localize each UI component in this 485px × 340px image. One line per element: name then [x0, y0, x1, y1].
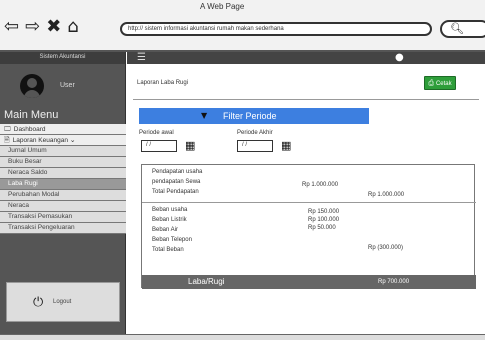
main-content: Laporan Laba Rugi ⎙ Cetak ▼ Filter Period…: [127, 64, 485, 334]
filter-icon: ▼: [201, 111, 208, 120]
browser-title: A Web Page: [200, 2, 245, 11]
back-icon[interactable]: ⇦: [4, 18, 19, 36]
user-account-icon[interactable]: ●: [395, 52, 404, 63]
sidebar-item-neraca-saldo[interactable]: Neraca Saldo: [0, 168, 126, 179]
print-button-label: Cetak: [435, 81, 452, 87]
hamburger-icon[interactable]: ☰: [137, 52, 146, 63]
horizontal-scrollbar[interactable]: [0, 334, 485, 340]
divider: [133, 99, 479, 100]
beban-listrik-label: Beban Listrik: [152, 217, 187, 223]
sidebar-item-dashboard[interactable]: 🖵 Dashboard: [0, 124, 126, 135]
pendapatan-sewa-value: Rp 1.000.000: [302, 182, 339, 188]
sidebar-item-jurnal-umum[interactable]: Jurnal Umum: [0, 146, 126, 157]
document-icon: 🗎: [4, 136, 10, 144]
logout-label: Logout: [53, 299, 72, 305]
total-pendapatan-label: Total Pendapatan: [152, 189, 199, 195]
sidebar-header: Sistem Akuntansi: [0, 52, 125, 64]
browser-search-box[interactable]: 🔍︎: [440, 20, 485, 38]
browser-nav: ⇦ ⇨ ✖ ⌂: [4, 18, 79, 36]
sidebar: Sistem Akuntansi User Main Menu 🖵 Dashboa…: [0, 52, 126, 334]
beban-listrik-value: Rp 100.000: [308, 217, 340, 223]
printer-icon: ⎙: [428, 79, 434, 87]
laba-rugi-total-bar: Laba/Rugi Rp 700.000: [142, 275, 476, 289]
beban-telepon-label: Beban Telepon: [152, 237, 192, 243]
sidebar-menu: 🖵 Dashboard 🗎 Laporan Keuangan ⌄ Jurnal Um…: [0, 124, 126, 234]
total-beban-value: Rp (300.000): [368, 245, 404, 251]
sidebar-item-transaksi-pemasukan[interactable]: Transaksi Pemasukan: [0, 212, 126, 223]
calendar-icon[interactable]: ▦: [281, 139, 291, 152]
beban-usaha-value: Rp 150.000: [308, 209, 340, 215]
close-icon[interactable]: ✖: [46, 18, 61, 36]
sidebar-item-neraca[interactable]: Neraca: [0, 201, 126, 212]
search-icon: 🔍︎: [450, 22, 464, 35]
sidebar-item-laporan-keuangan[interactable]: 🗎 Laporan Keuangan ⌄: [0, 135, 126, 146]
laba-rugi-value: Rp 700.000: [378, 279, 410, 285]
total-beban-label: Total Beban: [152, 247, 184, 253]
income-statement-table: Pendapatan usaha pendapatan Sewa Rp 1.00…: [141, 164, 476, 289]
calendar-icon[interactable]: ▦: [185, 139, 195, 152]
period-end-input[interactable]: / /: [237, 140, 273, 152]
laba-rugi-label: Laba/Rugi: [188, 277, 225, 286]
pendapatan-sewa-label: pendapatan Sewa: [152, 179, 201, 185]
monitor-icon: 🖵: [4, 125, 11, 133]
period-start-label: Periode awal: [139, 130, 174, 136]
period-end-label: Periode Akhir: [237, 130, 273, 136]
filter-period-bar: ▼ Filter Periode: [139, 108, 369, 124]
top-bar: ☰ ●: [127, 52, 485, 64]
power-icon: ⏻: [33, 295, 44, 310]
filter-title: Filter Periode: [223, 111, 277, 121]
chevron-down-icon: ⌄: [69, 136, 76, 144]
total-pendapatan-value: Rp 1.000.000: [368, 192, 405, 198]
sidebar-item-perubahan-modal[interactable]: Perubahan Modal: [0, 190, 126, 201]
sidebar-item-transaksi-pengeluaran[interactable]: Transaksi Pengeluaran: [0, 223, 126, 234]
page-title: Laporan Laba Rugi: [137, 80, 189, 86]
forward-icon[interactable]: ⇨: [25, 18, 40, 36]
sidebar-item-buku-besar[interactable]: Buku Besar: [0, 157, 126, 168]
beban-air-value: Rp 50.000: [308, 225, 336, 231]
period-start-input[interactable]: / /: [141, 140, 177, 152]
beban-header: Beban usaha: [152, 207, 188, 213]
avatar: [20, 74, 44, 98]
beban-air-label: Beban Air: [152, 227, 179, 233]
row-divider: [142, 202, 476, 203]
print-button[interactable]: ⎙ Cetak: [424, 76, 456, 90]
user-label: User: [60, 82, 75, 89]
pendapatan-header: Pendapatan usaha: [152, 169, 203, 175]
sidebar-item-label: Dashboard: [13, 126, 46, 133]
logout-button[interactable]: ⏻ Logout: [6, 282, 120, 322]
sidebar-item-laba-rugi[interactable]: Laba Rugi: [0, 179, 126, 190]
url-bar[interactable]: http:// sistem informasi akuntansi rumah…: [120, 22, 432, 36]
home-icon[interactable]: ⌂: [67, 18, 78, 36]
main-menu-heading: Main Menu: [4, 109, 59, 121]
browser-window-chrome: A Web Page ⇦ ⇨ ✖ ⌂ http:// sistem inform…: [0, 0, 485, 52]
sidebar-item-label: Laporan Keuangan: [12, 137, 68, 144]
